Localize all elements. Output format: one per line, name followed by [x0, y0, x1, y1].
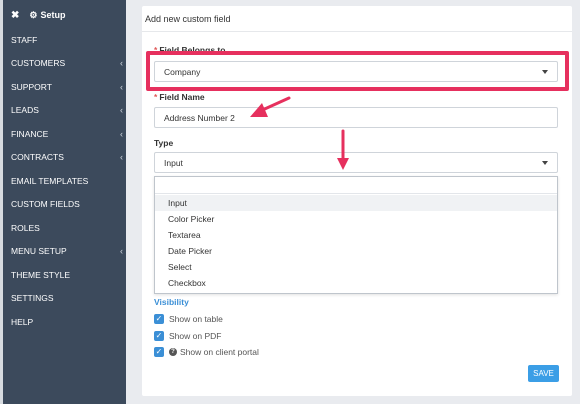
checkbox-checked-icon[interactable]: ✓: [154, 331, 164, 341]
sidebar-item-label: SETTINGS: [11, 293, 54, 303]
checkbox-label: Show on client portal: [180, 347, 259, 357]
sidebar-item-leads[interactable]: LEADS ‹: [11, 103, 123, 117]
dropdown-option[interactable]: Checkbox: [155, 275, 557, 291]
sidebar-item-help[interactable]: HELP: [11, 315, 123, 329]
type-select[interactable]: Input: [154, 152, 558, 173]
sidebar-item-label: STAFF: [11, 35, 38, 45]
sidebar-item-label: CUSTOMERS: [11, 58, 66, 68]
visibility-title: Visibility: [154, 297, 189, 307]
sidebar-item-settings[interactable]: SETTINGS: [11, 291, 123, 305]
chevron-left-icon: ‹: [120, 58, 123, 68]
sidebar-item-label: HELP: [11, 317, 34, 327]
gear-icon: ⚙: [29, 9, 38, 20]
sidebar-header: ✖ ⚙ Setup: [3, 0, 126, 30]
name-value: Address Number 2: [164, 112, 235, 123]
sidebar-item-label: FINANCE: [11, 129, 49, 139]
dropdown-option[interactable]: Date Picker: [155, 243, 557, 259]
dropdown-option[interactable]: Input: [155, 195, 557, 211]
sidebar-item-customers[interactable]: CUSTOMERS ‹: [11, 56, 123, 70]
sidebar-item-theme-style[interactable]: THEME STYLE: [11, 268, 123, 282]
divider: [142, 31, 572, 32]
show-on-pdf-row[interactable]: ✓ Show on PDF: [154, 330, 221, 342]
sidebar: ✖ ⚙ Setup STAFF CUSTOMERS ‹ SUPPORT ‹ LEADS ‹ F…: [0, 0, 126, 404]
sidebar-item-label: SUPPORT: [11, 82, 52, 92]
sidebar-item-label: ROLES: [11, 223, 40, 233]
close-icon[interactable]: ✖: [11, 10, 19, 21]
type-label: Type: [154, 138, 174, 148]
sidebar-item-menu-setup[interactable]: MENU SETUP ‹: [11, 244, 123, 258]
type-dropdown: Input Color Picker Textarea Date Picker Sele…: [154, 176, 558, 294]
sidebar-item-label: EMAIL TEMPLATES: [11, 176, 89, 186]
type-value: Input: [164, 157, 183, 168]
page-title: Add new custom field: [145, 14, 231, 24]
highlight-box: [146, 51, 569, 91]
caret-down-icon: [542, 161, 548, 165]
sidebar-item-finance[interactable]: FINANCE ‹: [11, 127, 123, 141]
checkbox-label: Show on PDF: [169, 331, 222, 341]
sidebar-item-label: CONTRACTS: [11, 152, 64, 162]
chevron-left-icon: ‹: [120, 105, 123, 115]
chevron-left-icon: ‹: [120, 82, 123, 92]
chevron-left-icon: ‹: [120, 152, 123, 162]
checkbox-label: Show on table: [169, 314, 223, 324]
sidebar-item-custom-fields[interactable]: CUSTOM FIELDS: [11, 197, 123, 211]
sidebar-item-email-templates[interactable]: EMAIL TEMPLATES: [11, 174, 123, 188]
name-input[interactable]: Address Number 2: [154, 107, 558, 128]
sidebar-item-roles[interactable]: ROLES: [11, 221, 123, 235]
sidebar-item-label: THEME STYLE: [11, 270, 71, 280]
sidebar-item-support[interactable]: SUPPORT ‹: [11, 80, 123, 94]
dropdown-search[interactable]: [155, 177, 557, 194]
help-icon: ?: [169, 348, 177, 356]
sidebar-item-label: LEADS: [11, 105, 39, 115]
checkbox-checked-icon[interactable]: ✓: [154, 314, 164, 324]
sidebar-item-label: CUSTOM FIELDS: [11, 199, 80, 209]
dropdown-option[interactable]: Select: [155, 259, 557, 275]
sidebar-item-staff[interactable]: STAFF: [11, 33, 123, 47]
chevron-left-icon: ‹: [120, 246, 123, 256]
setup-label: Setup: [40, 10, 66, 20]
name-label: * Field Name: [154, 92, 205, 102]
sidebar-item-label: MENU SETUP: [11, 246, 67, 256]
save-button[interactable]: SAVE: [528, 365, 559, 382]
dropdown-option[interactable]: Color Picker: [155, 211, 557, 227]
dropdown-option[interactable]: Textarea: [155, 227, 557, 243]
chevron-left-icon: ‹: [120, 129, 123, 139]
sidebar-item-contracts[interactable]: CONTRACTS ‹: [11, 150, 123, 164]
checkbox-checked-icon[interactable]: ✓: [154, 347, 164, 357]
show-on-table-row[interactable]: ✓ Show on table: [154, 313, 223, 325]
show-on-client-portal-row[interactable]: ✓ ? Show on client portal: [154, 346, 259, 358]
